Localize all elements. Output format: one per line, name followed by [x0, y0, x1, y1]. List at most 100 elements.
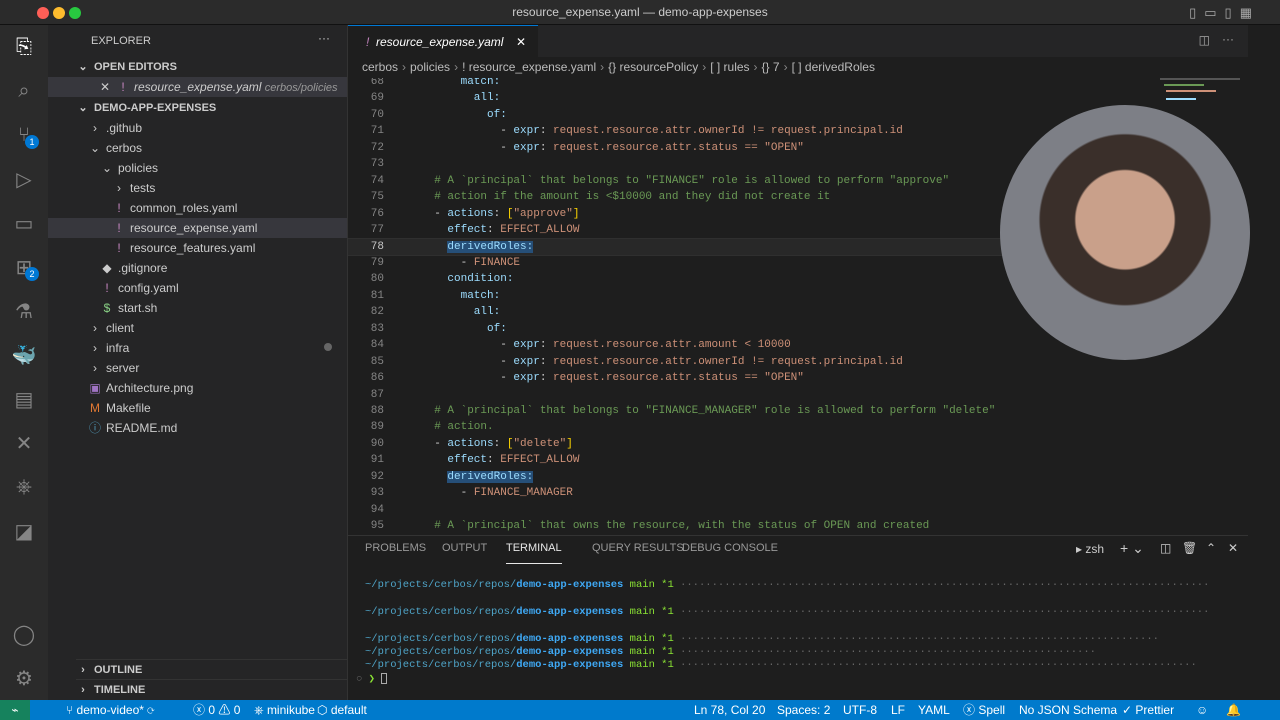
account-icon[interactable]: ◯ [0, 612, 48, 656]
panel-tab-query-results[interactable]: QUERY RESULTS [592, 542, 684, 564]
kill-terminal-icon[interactable]: 🗑 [1182, 541, 1197, 555]
minimize-window-button[interactable] [53, 7, 65, 19]
file-tree-item[interactable]: ! resource_expense.yaml [48, 218, 347, 238]
terraform-icon[interactable]: ◪ [0, 509, 48, 553]
panel-tab-debug-console[interactable]: DEBUG CONSOLE [682, 542, 778, 564]
file-type-icon: $ [103, 301, 111, 315]
spell-status[interactable]: ⓧ Spell [963, 700, 1005, 720]
settings-gear-icon[interactable]: ⚙ [0, 656, 48, 700]
maximize-panel-icon[interactable]: ⌃ [1206, 541, 1216, 555]
file-tree-item[interactable]: ⓘ README.md [48, 418, 347, 438]
notebook-icon[interactable]: ▤ [0, 377, 48, 421]
panel-tab-terminal[interactable]: TERMINAL [506, 542, 562, 564]
layout-toggle-icons[interactable]: ▯▭▯▦ [1189, 5, 1260, 21]
breadcrumb-item[interactable]: policies [410, 60, 450, 74]
language-mode[interactable]: YAML [918, 700, 950, 720]
maximize-window-button[interactable] [69, 7, 81, 19]
code-token: # A `principal` that owns the resource, … [421, 520, 930, 533]
terminal-prompt[interactable]: ○ ❯ [356, 673, 388, 686]
json-schema-status[interactable]: No JSON Schema [1019, 700, 1117, 720]
breadcrumb-item[interactable]: [ ] derivedRoles [792, 60, 875, 74]
code-line[interactable]: 87 [348, 387, 1248, 403]
code-line[interactable]: 86 - expr: request.resource.attr.status … [348, 370, 1248, 386]
code-line[interactable]: 91 effect: EFFECT_ALLOW [348, 452, 1248, 468]
branch-status[interactable]: ⑂ demo-video* ⟳ [66, 700, 154, 720]
file-tree-item[interactable]: ⌄ cerbos [48, 138, 347, 158]
breadcrumb-item[interactable]: {} resourcePolicy [608, 60, 698, 74]
file-tree-item[interactable]: › tests [48, 178, 347, 198]
code-line[interactable]: 95 # A `principal` that owns the resourc… [348, 518, 1248, 534]
file-tree-item[interactable]: ◆ .gitignore [48, 258, 347, 278]
source-control-icon[interactable]: ⑂ 1 [0, 113, 48, 157]
search-icon[interactable]: ⌕ [0, 69, 48, 113]
code-line[interactable]: 89 # action. [348, 419, 1248, 435]
tab-label: resource_expense.yaml [376, 35, 504, 49]
breadcrumb-item[interactable]: [ ] rules [710, 60, 749, 74]
terminal-shell[interactable]: ▸ zsh [1076, 542, 1104, 556]
close-icon[interactable]: ✕ [98, 77, 112, 97]
close-panel-icon[interactable]: ✕ [1228, 541, 1238, 555]
code-line[interactable]: 92 derivedRoles: [348, 469, 1248, 485]
cursor-position[interactable]: Ln 78, Col 20 [694, 700, 765, 720]
k8s-context[interactable]: ⎈ minikube [254, 700, 315, 720]
docker-icon[interactable]: 🐳 [0, 333, 48, 377]
file-tree-item[interactable]: $ start.sh [48, 298, 347, 318]
file-tree-item[interactable]: ! common_roles.yaml [48, 198, 347, 218]
kubernetes-icon[interactable]: ⎈ [0, 465, 48, 509]
code-line[interactable]: 94 [348, 502, 1248, 518]
file-tree-item[interactable]: › .github [48, 118, 347, 138]
breadcrumb-item[interactable]: cerbos [362, 60, 398, 74]
code-line[interactable]: 93 - FINANCE_MANAGER [348, 485, 1248, 501]
breadcrumb: cerbos › policies ›! resource_expense.yaml ›… [348, 57, 1248, 78]
extensions-icon[interactable]: ⊞ 2 [0, 245, 48, 289]
project-header[interactable]: ⌄ DEMO-APP-EXPENSES [76, 98, 216, 118]
file-tree-item[interactable]: › infra [48, 338, 347, 358]
line-number: 74 [370, 174, 384, 187]
prettier-status[interactable]: ✓ Prettier [1122, 700, 1174, 720]
split-terminal-icon[interactable]: ◫ [1160, 541, 1171, 555]
run-debug-icon[interactable]: ▷ [0, 157, 48, 201]
tools-icon[interactable]: ✕ [0, 421, 48, 465]
feedback-icon[interactable]: ☺ [1196, 700, 1208, 720]
open-editors-header[interactable]: ⌄ OPEN EDITORS [76, 57, 177, 77]
breadcrumb-item[interactable]: ! resource_expense.yaml [462, 60, 596, 74]
encoding[interactable]: UTF-8 [843, 700, 877, 720]
file-tree-item[interactable]: ! resource_features.yaml [48, 238, 347, 258]
end-of-line[interactable]: LF [891, 700, 905, 720]
notifications-bell-icon[interactable]: 🔔 [1226, 700, 1241, 720]
problems-status[interactable]: ⓧ 0 ⚠ 0 [193, 700, 240, 720]
file-tree-item[interactable]: › server [48, 358, 347, 378]
explorer-icon[interactable]: ⎘ [0, 25, 48, 69]
code-line[interactable]: 90 - actions: ["delete"] [348, 436, 1248, 452]
line-number: 72 [370, 141, 384, 154]
outline-header[interactable]: › OUTLINE [76, 659, 347, 679]
breadcrumb-item[interactable]: {} 7 [762, 60, 780, 74]
close-window-button[interactable] [37, 7, 49, 19]
code-line[interactable]: 69 all: [348, 90, 1248, 106]
code-token: actions [447, 437, 494, 450]
file-tree-item[interactable]: ▣ Architecture.png [48, 378, 347, 398]
panel-tab-output[interactable]: OUTPUT [442, 542, 487, 564]
tab-resource-expense[interactable]: ! resource_expense.yaml ✕ [348, 25, 538, 57]
new-terminal-icon[interactable]: + ⌄ [1120, 540, 1144, 557]
indentation[interactable]: Spaces: 2 [777, 700, 830, 720]
file-tree-label: server [106, 361, 140, 375]
code-line[interactable]: 88 # A `principal` that belongs to "FINA… [348, 403, 1248, 419]
remote-indicator-icon[interactable]: ⌁ [0, 700, 30, 720]
file-tree-item[interactable]: ⌄ policies [48, 158, 347, 178]
remote-explorer-icon[interactable]: ▭ [0, 201, 48, 245]
close-tab-icon[interactable]: ✕ [516, 26, 526, 58]
file-tree-item[interactable]: M Makefile [48, 398, 347, 418]
k8s-namespace[interactable]: ⬡ default [317, 700, 367, 720]
more-actions-icon[interactable]: ··· [1222, 32, 1234, 46]
file-tree-item[interactable]: ! config.yaml [48, 278, 347, 298]
timeline-header[interactable]: › TIMELINE [76, 679, 347, 699]
code-line[interactable]: 68 match: [348, 78, 1248, 90]
open-editor-item[interactable]: ✕! resource_expense.yaml cerbos/policies [48, 77, 347, 97]
panel-tab-problems[interactable]: PROBLEMS [365, 542, 426, 564]
split-editor-icon[interactable]: ◫ [1199, 33, 1210, 47]
more-actions-icon[interactable]: ··· [318, 31, 330, 45]
activity-bar: ⎘ ⌕ ⑂ 1 ▷ ▭ ⊞ 2 ⚗ 🐳 ▤ ✕ ⎈ ◪ ◯ ⚙ [0, 25, 48, 700]
file-tree-item[interactable]: › client [48, 318, 347, 338]
testing-icon[interactable]: ⚗ [0, 289, 48, 333]
